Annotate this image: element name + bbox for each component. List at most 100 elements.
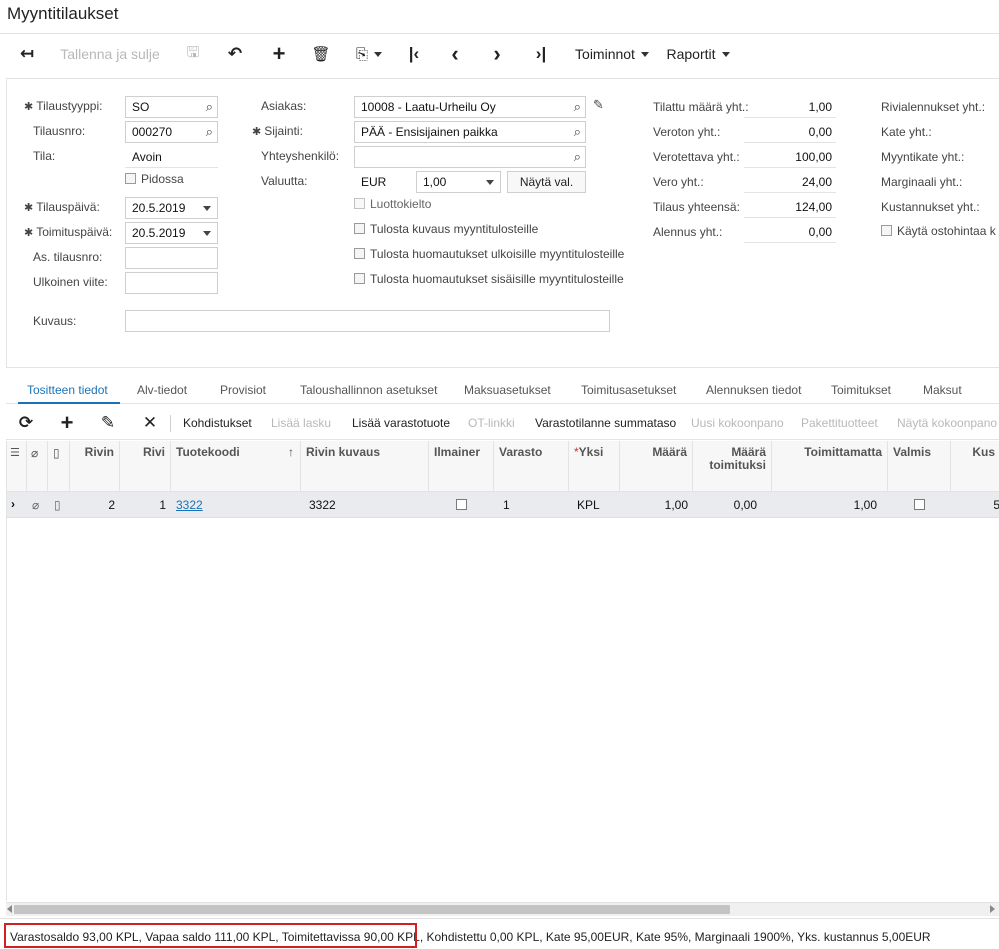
cell-warehouse[interactable]: 1: [494, 492, 569, 518]
order-date-field[interactable]: 20.5.2019: [125, 197, 218, 219]
last-record-icon[interactable]: ›|: [526, 38, 556, 70]
col-completed[interactable]: Valmis: [888, 441, 951, 492]
sort-ascending-icon: ↑: [288, 445, 294, 459]
tab-shipping-settings[interactable]: Toimitusasetukset: [581, 383, 676, 397]
tab-shipments[interactable]: Toimitukset: [831, 383, 891, 397]
edit-row-icon[interactable]: ✎: [96, 406, 120, 440]
cell-quantity[interactable]: 1,00: [620, 492, 693, 518]
use-purchase-price-checkbox[interactable]: [881, 225, 892, 236]
show-kit-button[interactable]: Näytä kokoonpano: [897, 406, 997, 440]
col-free-item[interactable]: Ilmainer: [429, 441, 494, 492]
new-kit-button[interactable]: Uusi kokoonpano: [691, 406, 784, 440]
customer-order-field[interactable]: [125, 247, 218, 269]
col-line-nbr[interactable]: Rivin: [70, 441, 120, 492]
undo-icon[interactable]: ↶: [222, 38, 248, 70]
pencil-edit-icon[interactable]: ✎: [593, 97, 604, 113]
cell-item-code[interactable]: 3322: [171, 492, 301, 518]
order-type-field[interactable]: SO ⌕: [125, 96, 218, 118]
add-invoice-button[interactable]: Lisää lasku: [271, 406, 331, 440]
add-icon[interactable]: +: [264, 38, 294, 70]
col-qty-shipped[interactable]: Määrä toimituksi: [693, 441, 772, 492]
inventory-summary-button[interactable]: Varastotilanne summataso: [535, 406, 676, 440]
col-line-description[interactable]: Rivin kuvaus: [301, 441, 429, 492]
print-external-notes-checkbox[interactable]: [354, 248, 365, 259]
search-icon[interactable]: ⌕: [574, 149, 581, 165]
search-icon[interactable]: ⌕: [206, 99, 213, 115]
col-uom[interactable]: *Yksi: [569, 441, 620, 492]
package-items-button[interactable]: Pakettituotteet: [801, 406, 878, 440]
tab-commissions[interactable]: Provisiot: [220, 383, 266, 397]
actions-menu[interactable]: Toiminnot: [570, 38, 654, 70]
customer-field[interactable]: 10008 - Laatu-Urheilu Oy ⌕: [354, 96, 586, 118]
description-field[interactable]: [125, 310, 610, 332]
contact-field[interactable]: ⌕: [354, 146, 586, 168]
external-ref-field[interactable]: [125, 272, 218, 294]
cell-free-item[interactable]: [429, 492, 494, 518]
table-row[interactable]: › ⌀ ▯ 2 1 3322 3322 1 KPL 1,00 0,00 1,00…: [7, 492, 999, 518]
save-icon[interactable]: 🖫: [180, 38, 206, 70]
show-currency-button[interactable]: Näytä val.: [507, 171, 586, 193]
row-layout-icon[interactable]: ☰: [7, 441, 27, 492]
allocations-button[interactable]: Kohdistukset: [183, 406, 252, 440]
col-cost[interactable]: Kus: [951, 441, 999, 492]
horizontal-scrollbar[interactable]: [6, 902, 999, 916]
next-record-icon[interactable]: ›: [484, 38, 510, 70]
customer-label: Asiakas:: [261, 99, 307, 113]
tab-financial-settings[interactable]: Taloushallinnon asetukset: [300, 383, 437, 397]
currency-rate-field[interactable]: 1,00: [416, 171, 501, 193]
chevron-down-icon[interactable]: [203, 206, 211, 211]
currency-code[interactable]: EUR: [361, 175, 386, 189]
add-row-icon[interactable]: +: [54, 406, 80, 440]
scroll-left-icon[interactable]: [7, 905, 12, 913]
cell-line[interactable]: 1: [120, 492, 171, 518]
attachment-icon[interactable]: ⌀: [27, 492, 48, 518]
free-item-checkbox[interactable]: [456, 499, 467, 510]
previous-record-icon[interactable]: ‹: [442, 38, 468, 70]
tab-discount-details[interactable]: Alennuksen tiedot: [706, 383, 801, 397]
cell-line-description[interactable]: 3322: [301, 492, 429, 518]
cell-completed[interactable]: [888, 492, 951, 518]
col-line[interactable]: Rivi: [120, 441, 171, 492]
back-arrow-icon[interactable]: ↤: [12, 38, 42, 70]
col-item-code[interactable]: Tuotekoodi ↑: [171, 441, 301, 492]
reports-menu[interactable]: Raportit: [662, 38, 734, 70]
toolbar-divider: [170, 415, 171, 432]
completed-checkbox[interactable]: [914, 499, 925, 510]
print-internal-notes-checkbox[interactable]: [354, 273, 365, 284]
item-code-link[interactable]: 3322: [176, 498, 203, 512]
scroll-right-icon[interactable]: [990, 905, 995, 913]
add-stock-item-button[interactable]: Lisää varastotuote: [352, 406, 450, 440]
col-open-qty[interactable]: Toimittamatta: [772, 441, 888, 492]
print-description-checkbox[interactable]: [354, 223, 365, 234]
order-nbr-field[interactable]: 000270 ⌕: [125, 121, 218, 143]
delete-icon[interactable]: 🗑: [308, 38, 334, 70]
search-icon[interactable]: ⌕: [206, 124, 213, 140]
po-link-button[interactable]: OT-linkki: [468, 406, 515, 440]
search-icon[interactable]: ⌕: [574, 99, 581, 115]
delete-row-icon[interactable]: ✕: [138, 406, 162, 440]
refresh-icon[interactable]: ⟳: [14, 406, 38, 440]
cell-line-nbr[interactable]: 2: [70, 492, 120, 518]
col-quantity[interactable]: Määrä: [620, 441, 693, 492]
chevron-down-icon[interactable]: [203, 231, 211, 236]
scrollbar-thumb[interactable]: [14, 905, 730, 914]
tab-tax-details[interactable]: Alv-tiedot: [137, 383, 187, 397]
ship-date-field[interactable]: 20.5.2019: [125, 222, 218, 244]
row-selector-icon[interactable]: ›: [7, 492, 27, 518]
search-icon[interactable]: ⌕: [574, 124, 581, 140]
copy-paste-menu[interactable]: ⎘: [350, 38, 388, 70]
col-warehouse[interactable]: Varasto: [494, 441, 569, 492]
ship-date-label: ✱ Toimituspäivä:: [24, 225, 113, 239]
first-record-icon[interactable]: |‹: [400, 38, 428, 70]
tab-payment-settings[interactable]: Maksuasetukset: [464, 383, 551, 397]
cell-uom[interactable]: KPL: [569, 492, 620, 518]
note-icon[interactable]: ▯: [48, 492, 70, 518]
chevron-down-icon[interactable]: [486, 180, 494, 185]
tab-document-details[interactable]: Tositteen tiedot: [27, 383, 108, 397]
cell-cost[interactable]: 5: [951, 492, 999, 518]
tab-payments[interactable]: Maksut: [923, 383, 962, 397]
credit-hold-checkbox[interactable]: [354, 198, 365, 209]
hold-checkbox[interactable]: [125, 173, 136, 184]
save-and-close-button[interactable]: Tallenna ja sulje: [56, 38, 164, 70]
location-field[interactable]: PÄÄ - Ensisijainen paikka ⌕: [354, 121, 586, 143]
